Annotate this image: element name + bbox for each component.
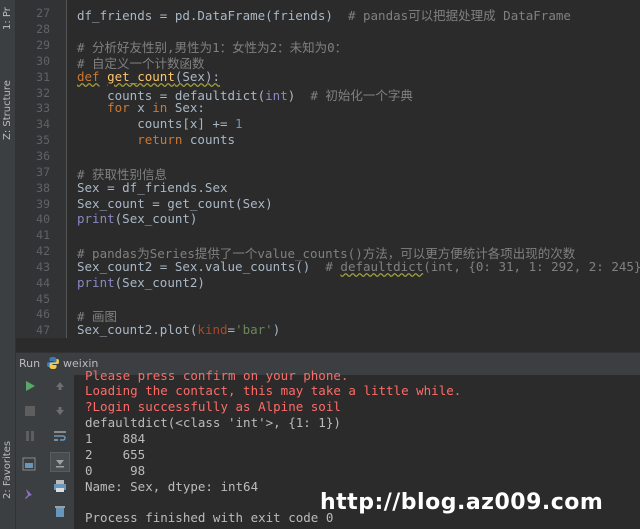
line-number: 32 bbox=[36, 86, 50, 100]
line-number: 29 bbox=[36, 38, 50, 52]
code-line-27: df_friends = pd.DataFrame(friends) # pan… bbox=[77, 8, 571, 23]
editor-gutter: 27 28 29 30 31 32 33 34 35 36 37 38 39 4… bbox=[16, 0, 79, 338]
line-number: 45 bbox=[36, 292, 50, 306]
code-line-39: Sex_count = get_count(Sex) bbox=[77, 196, 273, 211]
scroll-up-icon[interactable] bbox=[51, 377, 69, 395]
code-line-43: Sex_count2 = Sex.value_counts() # defaul… bbox=[77, 259, 640, 274]
code-line-31: def get_count(Sex): bbox=[77, 69, 220, 84]
line-number: 31 bbox=[36, 70, 50, 84]
line-number: 28 bbox=[36, 22, 50, 36]
clear-all-icon[interactable] bbox=[51, 502, 69, 520]
scroll-down-icon[interactable] bbox=[51, 402, 69, 420]
restore-layout-icon[interactable] bbox=[20, 455, 38, 473]
console-line: Loading the contact, this may take a lit… bbox=[85, 383, 462, 398]
project-tool-tab[interactable]: 1: Pr bbox=[0, 0, 15, 38]
line-number: 38 bbox=[36, 181, 50, 195]
line-number: 46 bbox=[36, 307, 50, 321]
line-number: 40 bbox=[36, 212, 50, 226]
code-editor[interactable]: df_friends = pd.DataFrame(friends) # pan… bbox=[67, 0, 640, 338]
line-number: 41 bbox=[36, 228, 50, 242]
console-line: Please press confirm on your phone. bbox=[85, 368, 349, 383]
console-line: defaultdict(<class 'int'>, {1: 1}) bbox=[85, 415, 341, 430]
console-line: 2 655 bbox=[85, 447, 146, 462]
code-line-38: Sex = df_friends.Sex bbox=[77, 180, 228, 195]
favorites-tool-tab[interactable]: 2: Favorites bbox=[0, 420, 15, 520]
console-line: 0 98 bbox=[85, 463, 146, 478]
code-line-33: for x in Sex: bbox=[107, 100, 205, 115]
structure-tool-tab[interactable]: Z: Structure bbox=[0, 60, 15, 160]
line-number: 42 bbox=[36, 244, 50, 258]
pause-icon[interactable] bbox=[21, 427, 39, 445]
code-line-47: Sex_count2.plot(kind='bar') bbox=[77, 322, 281, 337]
code-line-35: return counts bbox=[137, 132, 236, 147]
scroll-to-end-icon[interactable] bbox=[50, 452, 70, 472]
line-number: 43 bbox=[36, 260, 50, 274]
stop-icon[interactable] bbox=[21, 402, 39, 420]
line-number: 39 bbox=[36, 197, 50, 211]
console-line: Process finished with exit code 0 bbox=[85, 510, 334, 525]
line-number: 36 bbox=[36, 149, 50, 163]
run-toolbar bbox=[16, 375, 74, 529]
line-number: 33 bbox=[36, 101, 50, 115]
line-number: 34 bbox=[36, 117, 50, 131]
line-number: 27 bbox=[36, 6, 50, 20]
line-number: 47 bbox=[36, 323, 50, 337]
code-line-34: counts[x] += 1 bbox=[77, 116, 243, 131]
code-line-44: print(Sex_count2) bbox=[77, 275, 205, 290]
line-number: 35 bbox=[36, 133, 50, 147]
watermark: http://blog.az009.com bbox=[320, 490, 604, 515]
pin-icon[interactable] bbox=[20, 485, 38, 503]
line-number: 44 bbox=[36, 276, 50, 290]
print-icon[interactable] bbox=[51, 477, 69, 495]
line-number: 30 bbox=[36, 54, 50, 68]
tool-window-strip: 1: Pr Z: Structure 2: Favorites bbox=[0, 0, 16, 529]
python-icon bbox=[46, 356, 60, 370]
rerun-icon[interactable] bbox=[21, 377, 39, 395]
console-line: ?Login successfully as Alpine soil bbox=[85, 399, 341, 414]
console-line: Name: Sex, dtype: int64 bbox=[85, 479, 259, 494]
code-line-40: print(Sex_count) bbox=[77, 211, 198, 226]
run-label: Run bbox=[19, 357, 41, 370]
console-line: 1 884 bbox=[85, 431, 146, 446]
line-number: 37 bbox=[36, 165, 50, 179]
soft-wrap-icon[interactable] bbox=[51, 427, 69, 445]
